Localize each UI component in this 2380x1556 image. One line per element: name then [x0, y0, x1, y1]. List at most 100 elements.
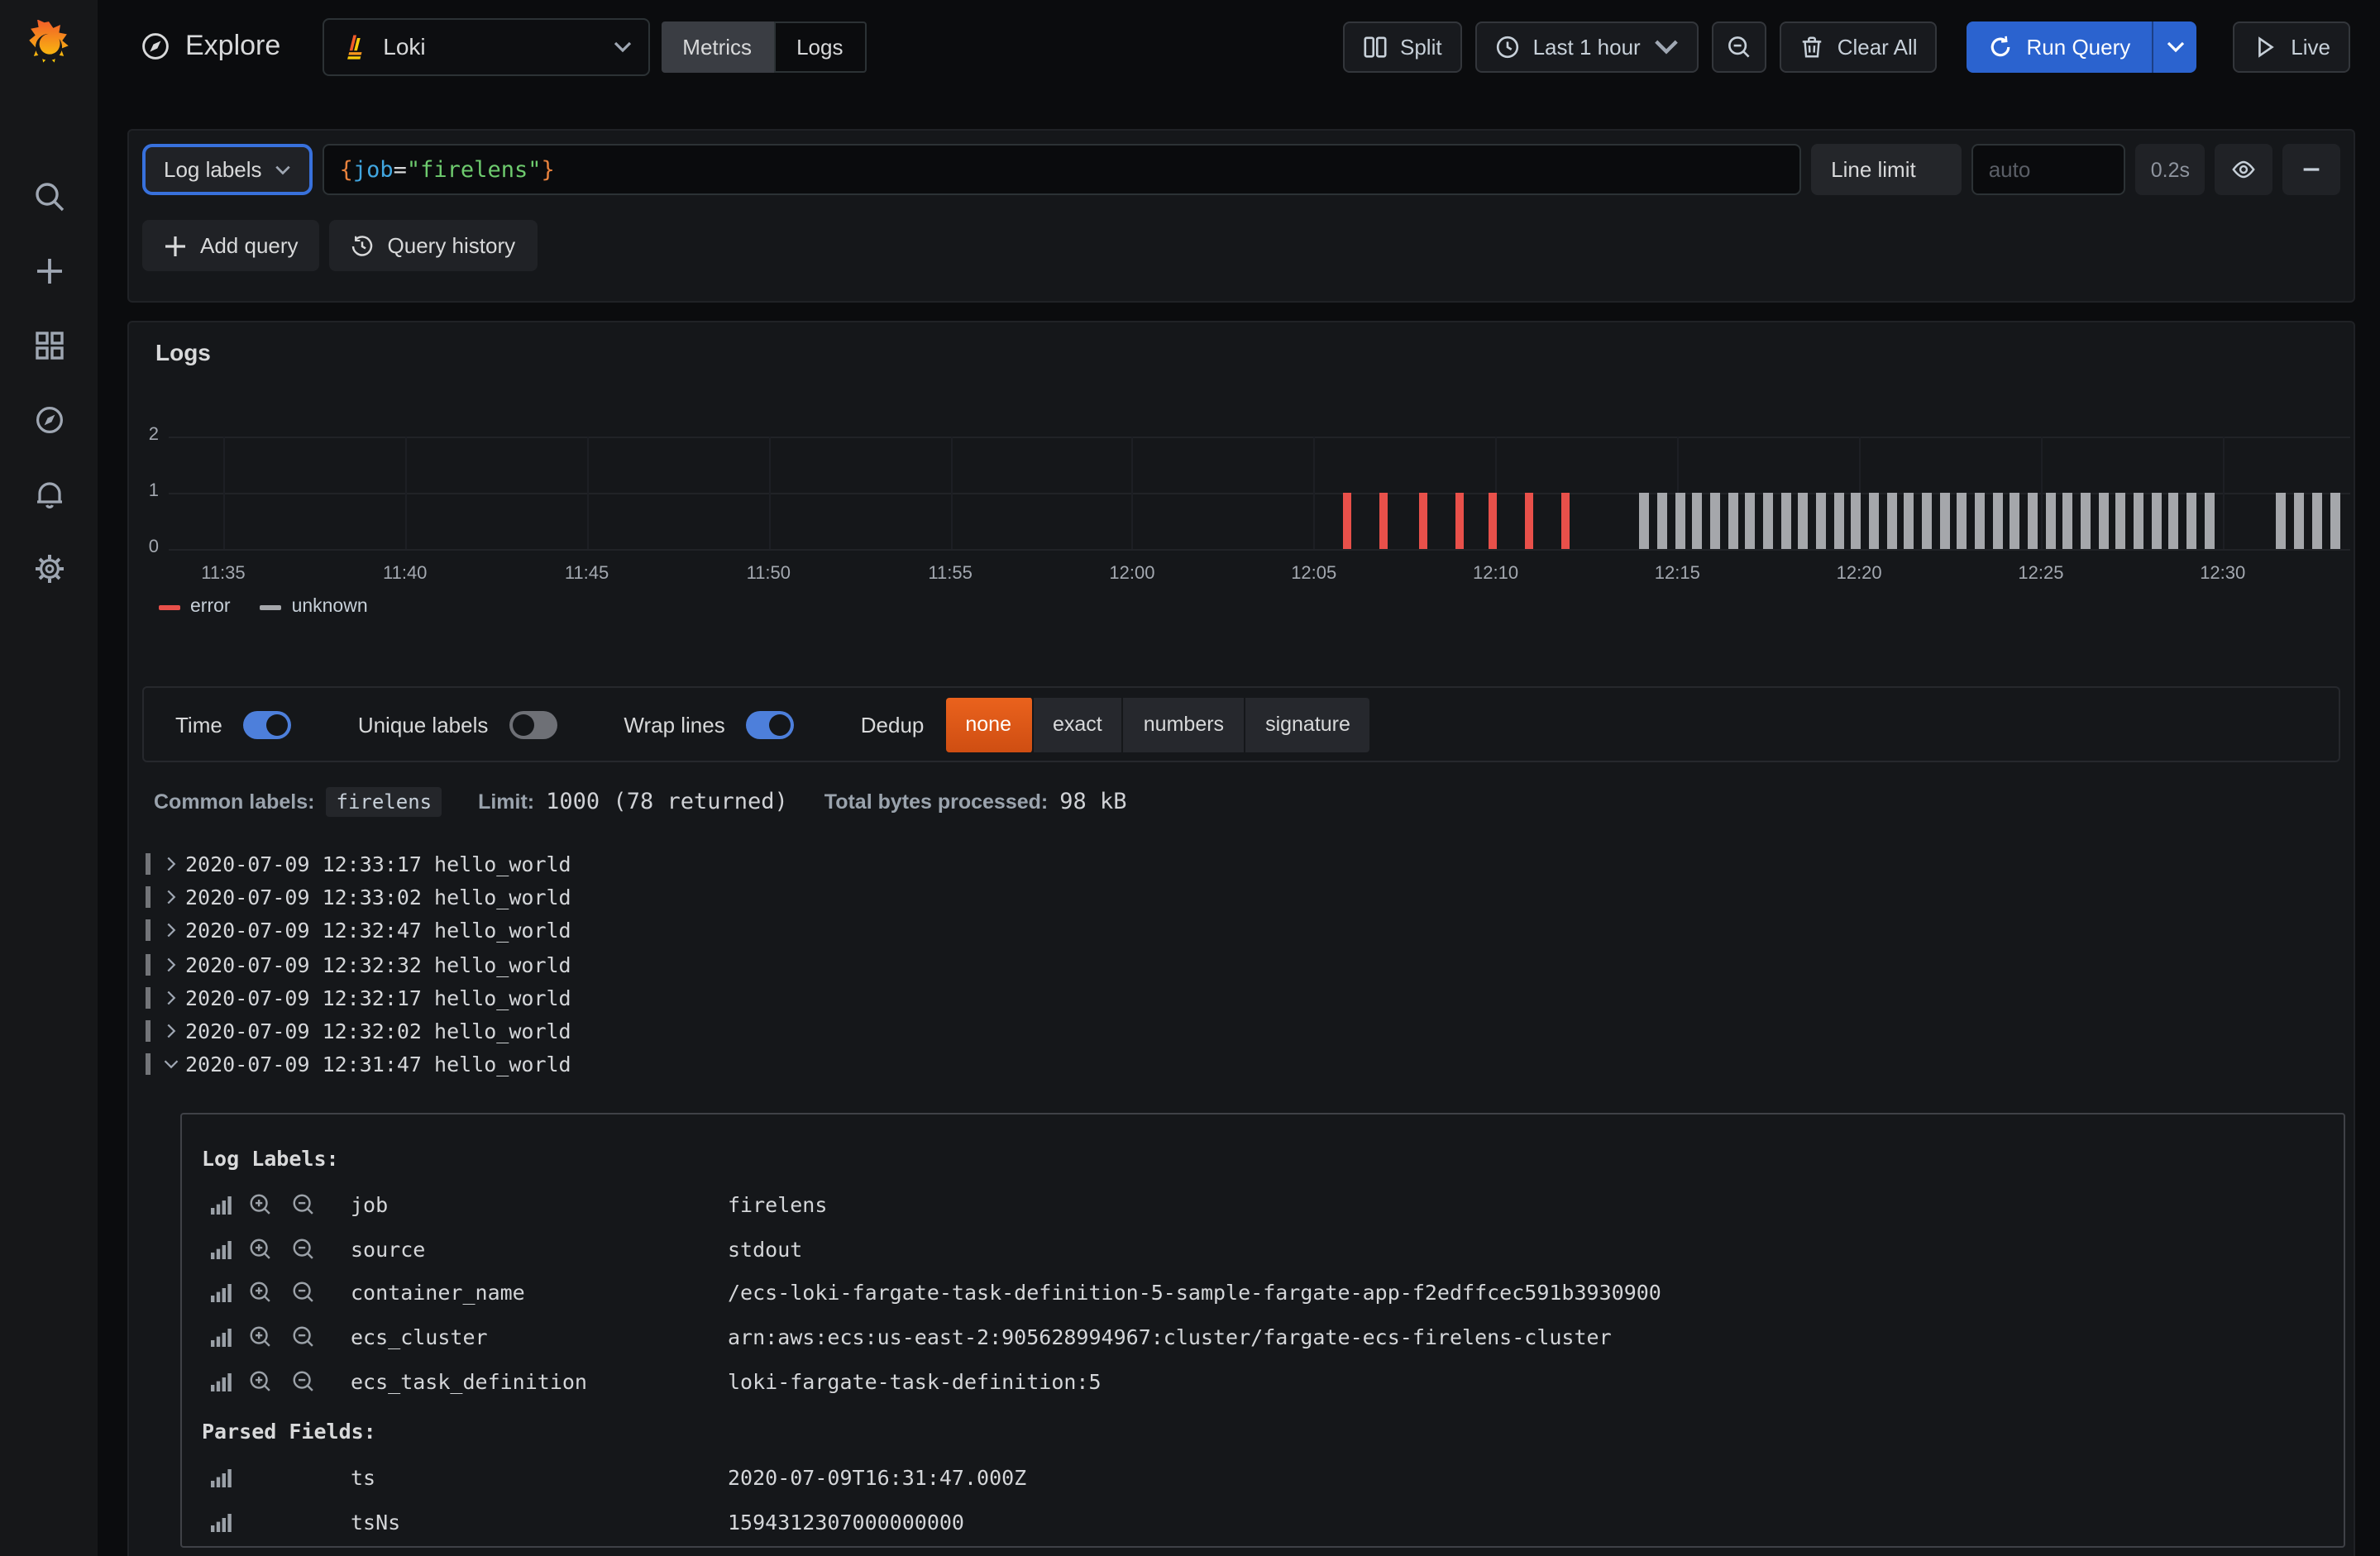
unknown-bar	[2330, 493, 2340, 549]
configuration-gear-icon[interactable]	[31, 551, 66, 585]
add-icon[interactable]	[31, 253, 66, 288]
unknown-bar	[1886, 493, 1896, 549]
run-query-dropdown-button[interactable]	[2152, 21, 2196, 72]
field-stats-icon[interactable]	[202, 1467, 238, 1488]
field-stats-icon[interactable]	[202, 1194, 238, 1215]
play-icon	[2253, 34, 2277, 59]
live-button[interactable]: Live	[2233, 21, 2350, 72]
field-stats-icon[interactable]	[202, 1282, 238, 1304]
wrap-lines-toggle[interactable]	[747, 710, 795, 738]
log-row[interactable]: 2020-07-09 12:32:02 hello_world	[146, 1014, 2337, 1048]
filter-for-label-icon[interactable]	[238, 1236, 281, 1261]
unknown-bar	[1675, 493, 1685, 549]
chevron-right-icon[interactable]	[164, 890, 185, 904]
chevron-right-icon[interactable]	[164, 1024, 185, 1038]
log-message: hello_world	[434, 918, 571, 943]
log-message: hello_world	[434, 986, 571, 1010]
eye-icon	[2231, 157, 2256, 182]
unique-labels-toggle[interactable]	[509, 710, 557, 738]
unknown-bar	[1869, 493, 1879, 549]
mode-logs-button[interactable]: Logs	[773, 21, 866, 72]
log-row-detail: Log Labels: jobfirelenssourcestdoutconta…	[180, 1113, 2345, 1548]
query-input[interactable]: {job="firelens"}	[323, 144, 1802, 195]
line-limit-input[interactable]	[1972, 144, 2126, 195]
dashboards-icon[interactable]	[31, 327, 66, 362]
field-stats-icon[interactable]	[202, 1371, 238, 1392]
log-row[interactable]: 2020-07-09 12:33:17 hello_world	[146, 847, 2337, 881]
filter-out-label-icon[interactable]	[281, 1236, 324, 1261]
gridline	[169, 437, 2350, 438]
log-row[interactable]: 2020-07-09 12:32:32 hello_world	[146, 947, 2337, 981]
hide-query-eye-button[interactable]	[2215, 144, 2272, 195]
detail-value: /ecs-loki-fargate-task-definition-5-samp…	[728, 1281, 1661, 1305]
error-bar	[1524, 493, 1532, 549]
detail-row: sourcestdout	[202, 1227, 2344, 1272]
remove-query-button[interactable]	[2282, 144, 2340, 195]
detail-row: ecs_clusterarn:aws:ecs:us-east-2:9056289…	[202, 1315, 2344, 1360]
dedup-option-exact[interactable]: exact	[1033, 697, 1124, 752]
time-range-picker[interactable]: Last 1 hour	[1475, 21, 1699, 72]
split-button[interactable]: Split	[1342, 21, 1462, 72]
zoom-out-button[interactable]	[1712, 21, 1766, 72]
y-axis-tick: 2	[132, 425, 159, 445]
unknown-bar	[2062, 493, 2072, 549]
gridline	[587, 437, 589, 549]
legend-item-unknown[interactable]: unknown	[260, 597, 368, 617]
field-stats-icon[interactable]	[202, 1238, 238, 1259]
common-labels-label: Common labels:	[154, 790, 315, 814]
gridline	[2041, 437, 2043, 549]
detail-row: jobfirelens	[202, 1182, 2344, 1227]
filter-for-label-icon[interactable]	[238, 1325, 281, 1350]
legend-label: unknown	[292, 597, 368, 617]
unknown-bar	[2134, 493, 2143, 549]
legend-item-error[interactable]: error	[159, 597, 231, 617]
query-history-button[interactable]: Query history	[330, 220, 538, 271]
parsed-fields-section-title: Parsed Fields:	[202, 1419, 2344, 1444]
add-query-button[interactable]: Add query	[142, 220, 320, 271]
clear-all-button[interactable]: Clear All	[1780, 21, 1938, 72]
time-toggle[interactable]	[244, 710, 292, 738]
dedup-option-signature[interactable]: signature	[1245, 697, 1370, 752]
y-axis-tick: 1	[132, 481, 159, 501]
log-row[interactable]: 2020-07-09 12:31:47 hello_world	[146, 1048, 2337, 1082]
log-row[interactable]: 2020-07-09 12:33:02 hello_world	[146, 881, 2337, 914]
filter-out-label-icon[interactable]	[281, 1369, 324, 1394]
grafana-logo-icon[interactable]	[22, 20, 76, 74]
chevron-down-icon[interactable]	[164, 1057, 185, 1072]
dedup-option-numbers[interactable]: numbers	[1124, 697, 1245, 752]
filter-out-label-icon[interactable]	[281, 1281, 324, 1305]
chevron-right-icon[interactable]	[164, 957, 185, 971]
datasource-picker[interactable]: Loki	[322, 17, 649, 75]
log-row[interactable]: 2020-07-09 12:32:17 hello_world	[146, 981, 2337, 1014]
filter-for-label-icon[interactable]	[238, 1192, 281, 1217]
chart-legend: error unknown	[159, 597, 368, 617]
mode-metrics-button[interactable]: Metrics	[661, 21, 773, 72]
log-labels-button[interactable]: Log labels	[146, 147, 310, 192]
alerting-bell-icon[interactable]	[31, 476, 66, 511]
explore-compass-icon[interactable]	[31, 402, 66, 437]
log-level-bar	[146, 886, 151, 908]
field-stats-icon[interactable]	[202, 1327, 238, 1348]
filter-for-label-icon[interactable]	[238, 1369, 281, 1394]
detail-key: source	[324, 1236, 728, 1261]
zoom-out-icon	[1727, 34, 1752, 59]
search-icon[interactable]	[31, 179, 66, 213]
unknown-bar	[2045, 493, 2055, 549]
field-stats-icon[interactable]	[202, 1511, 238, 1532]
gridline	[2223, 437, 2225, 549]
dedup-option-none[interactable]: none	[945, 697, 1033, 752]
chevron-right-icon[interactable]	[164, 923, 185, 938]
filter-for-label-icon[interactable]	[238, 1281, 281, 1305]
log-rows-list: 2020-07-09 12:33:17 hello_world2020-07-0…	[146, 847, 2337, 1081]
log-row[interactable]: 2020-07-09 12:32:47 hello_world	[146, 914, 2337, 947]
chevron-right-icon[interactable]	[164, 990, 185, 1005]
filter-out-label-icon[interactable]	[281, 1325, 324, 1350]
log-controls: Time Unique labels Wrap lines Dedup none…	[142, 686, 2340, 762]
dedup-label: Dedup	[861, 712, 925, 737]
unknown-bar	[2028, 493, 2038, 549]
chevron-right-icon[interactable]	[164, 856, 185, 871]
run-query-button[interactable]: Run Query	[1967, 21, 2153, 72]
chevron-down-icon	[2166, 41, 2184, 52]
legend-color-swatch	[159, 604, 180, 609]
filter-out-label-icon[interactable]	[281, 1192, 324, 1217]
